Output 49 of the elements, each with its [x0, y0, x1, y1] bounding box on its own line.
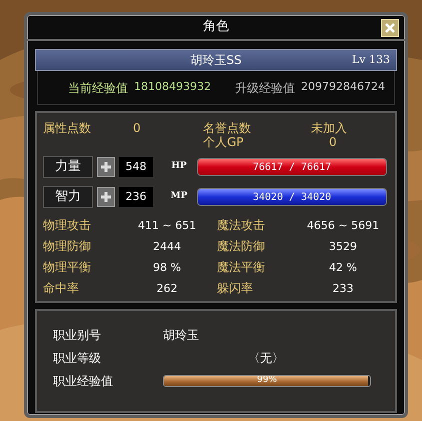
gp-label: 个人GP [203, 135, 245, 149]
plus-button[interactable] [97, 187, 115, 207]
character-name: 胡玲玉SS [190, 52, 242, 69]
experience-label: 升级经验值 [234, 80, 295, 96]
close-icon [384, 22, 396, 34]
attribute-value: 236 [119, 187, 153, 207]
stat-value: 411 ~ 651 [136, 218, 198, 234]
plus-icon [100, 161, 112, 173]
stat-label: 魔法平衡 [217, 259, 266, 276]
stat-value: 233 [332, 281, 354, 297]
stat-label: 物理攻击 [43, 217, 92, 234]
stat-value: 4656 ~ 5691 [306, 218, 380, 234]
honor-points-label: 名誉点数 [203, 121, 252, 135]
stat-value: 2444 [152, 239, 182, 255]
stat-value: 42 % [328, 260, 358, 276]
stat-label: 魔法攻击 [217, 217, 266, 234]
gp-value: 0 [328, 135, 338, 149]
stat-label: 物理防御 [43, 238, 92, 255]
job-alias: 胡玲玉 [163, 326, 199, 344]
close-button[interactable] [381, 19, 399, 37]
job-exp-label: 职业经验值 [53, 372, 114, 390]
bar-label: HP [170, 160, 188, 174]
job-grade: 〈无〉 [248, 350, 284, 366]
stat-label: 物理平衡 [43, 259, 92, 276]
gauge-reading: 34020 / 34020 [252, 190, 332, 204]
attribute-label: 力量 [43, 156, 93, 178]
honor-points-value: 未加入 [310, 121, 348, 135]
experience-value: 18108493932 [134, 79, 211, 96]
experience-value: 209792846724 [300, 79, 385, 96]
stat-value: 262 [156, 281, 178, 297]
attribute-label: 智力 [43, 186, 93, 208]
stat-label: 魔法防御 [217, 238, 266, 255]
attribute-value: 548 [119, 157, 153, 177]
job-alias-label: 职业别号 [53, 326, 102, 344]
window-title: 角色 [203, 18, 229, 36]
stat-value: 3529 [328, 239, 358, 255]
plus-icon [100, 191, 112, 203]
gauge-reading: 76617 / 76617 [252, 160, 332, 174]
stat-label: 躲闪率 [217, 280, 254, 297]
stat-label: 命中率 [43, 280, 80, 297]
attribute-points-value: 0 [133, 121, 142, 135]
level-label: Lv 133 [352, 52, 390, 68]
job-exp-reading: 99% [256, 376, 278, 386]
job-grade-label: 职业等级 [53, 350, 102, 366]
stat-value: 98 % [152, 260, 182, 276]
attribute-points-label: 属性点数 [43, 121, 92, 135]
plus-button[interactable] [97, 157, 115, 177]
experience-label: 当前经验值 [68, 80, 128, 96]
bar-label: MP [170, 190, 188, 204]
